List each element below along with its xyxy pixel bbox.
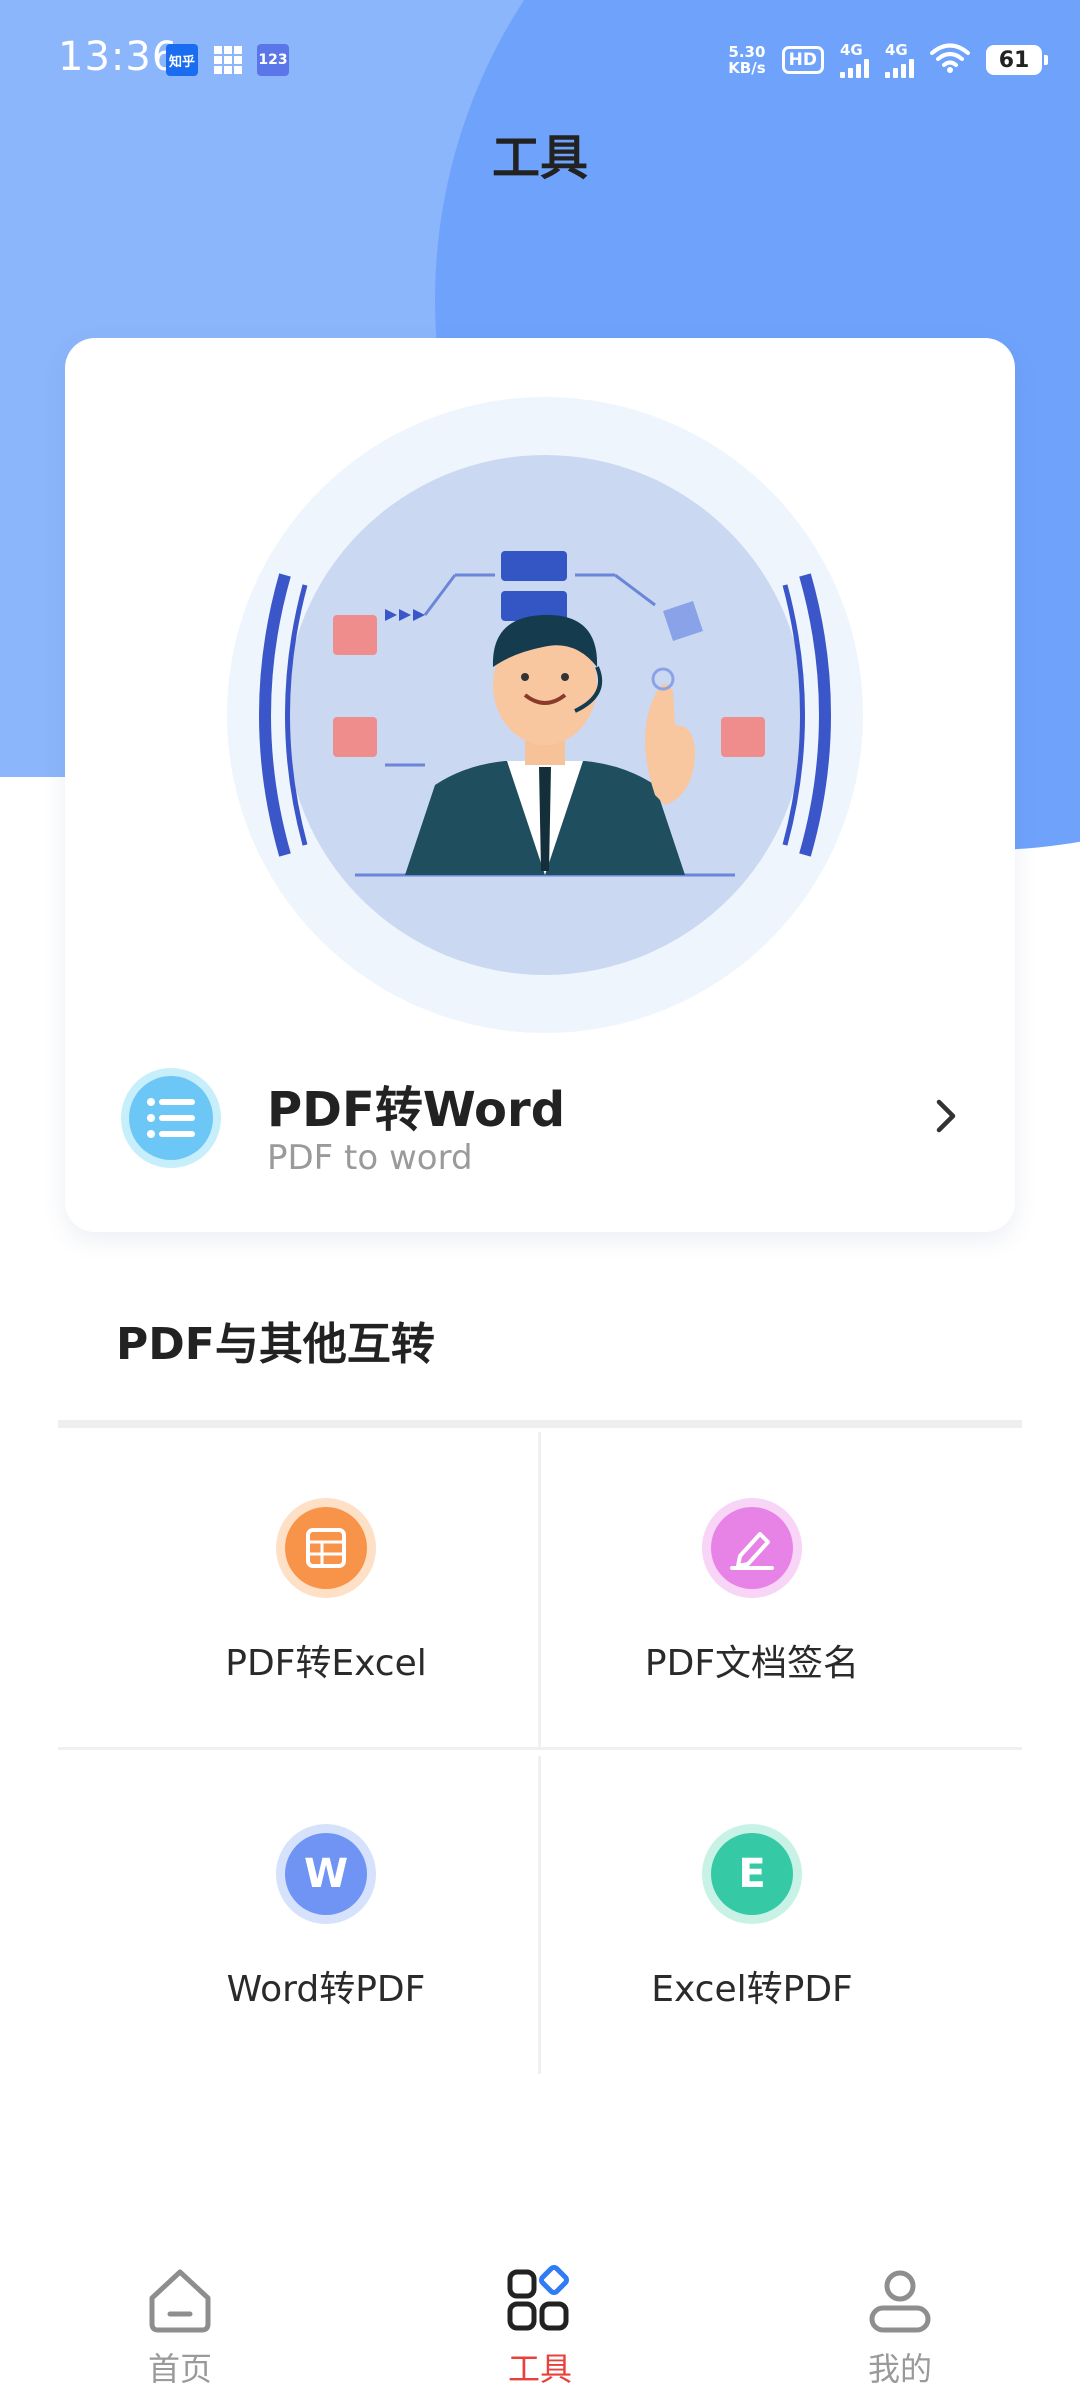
chevron-right-icon[interactable]	[925, 1094, 965, 1138]
excel-e-icon: E	[702, 1824, 802, 1924]
tools-screen: 13:36 知乎 123 5.30 KB/s HD 4G 4G 61 工具 PD…	[0, 0, 1080, 2400]
grid-app-icon	[212, 44, 244, 76]
hd-icon: HD	[781, 46, 824, 74]
signal-sim1-label: 4G	[840, 40, 863, 59]
feature-title: PDF转Word	[267, 1082, 566, 1138]
pen-sign-icon	[702, 1498, 802, 1598]
feature-subtitle: PDF to word	[267, 1138, 473, 1178]
zhihu-icon: 知乎	[166, 44, 198, 76]
signal-sim2-icon: 4G	[885, 40, 914, 78]
tool-pdf-sign[interactable]: PDF文档签名	[542, 1498, 962, 1758]
section-divider	[58, 1420, 1022, 1428]
grid-divider-vertical-bottom	[538, 1756, 541, 2074]
nav-item-profile[interactable]: 我的	[800, 2240, 1000, 2400]
network-speed-unit: KB/s	[728, 59, 766, 77]
nav-label-home: 首页	[147, 2350, 212, 2388]
network-speed-value: 5.30	[728, 43, 766, 61]
wifi-icon	[930, 42, 970, 78]
list-icon	[121, 1068, 221, 1168]
nav-item-home[interactable]: 首页	[80, 2240, 280, 2400]
bottom-nav: 首页 工具 我的	[0, 2240, 1080, 2400]
nav-label-tools: 工具	[507, 2350, 572, 2388]
tool-label: Word转PDF	[226, 1969, 426, 2010]
nav-label-profile: 我的	[867, 2350, 932, 2388]
section-title: PDF与其他互转	[116, 1319, 435, 1370]
grid-divider-vertical-top	[538, 1432, 541, 1747]
signal-sim1-icon: 4G	[840, 40, 869, 78]
pdf-to-word-row[interactable]: PDF转Word PDF to word	[65, 1068, 1015, 1218]
support-agent-illustration	[227, 397, 863, 1033]
tool-label: Excel转PDF	[651, 1969, 853, 2010]
status-bar: 13:36 知乎 123 5.30 KB/s HD 4G 4G 61	[0, 0, 1080, 120]
tools-grid-icon	[507, 2265, 569, 2331]
pdf-to-word-card[interactable]: PDF转Word PDF to word	[65, 338, 1015, 1232]
123-app-icon: 123	[257, 44, 289, 76]
battery-icon: 61	[986, 45, 1048, 75]
page-title: 工具	[491, 130, 588, 186]
tool-excel-to-pdf[interactable]: E Excel转PDF	[542, 1824, 962, 2084]
signal-sim2-label: 4G	[885, 40, 908, 59]
network-speed: 5.30 KB/s	[728, 44, 765, 76]
excel-glyph: E	[711, 1833, 793, 1915]
tool-pdf-to-excel[interactable]: PDF转Excel	[116, 1498, 536, 1758]
profile-icon	[869, 2270, 931, 2333]
status-time: 13:36	[58, 34, 179, 80]
table-icon	[276, 1498, 376, 1598]
tool-label: PDF文档签名	[644, 1643, 860, 1684]
word-glyph: W	[285, 1833, 367, 1915]
tool-label: PDF转Excel	[225, 1643, 427, 1684]
word-w-icon: W	[276, 1824, 376, 1924]
tool-word-to-pdf[interactable]: W Word转PDF	[116, 1824, 536, 2084]
home-icon	[149, 2269, 211, 2333]
status-indicators: 5.30 KB/s HD 4G 4G 61	[728, 38, 1048, 82]
nav-item-tools[interactable]: 工具	[440, 2240, 640, 2400]
